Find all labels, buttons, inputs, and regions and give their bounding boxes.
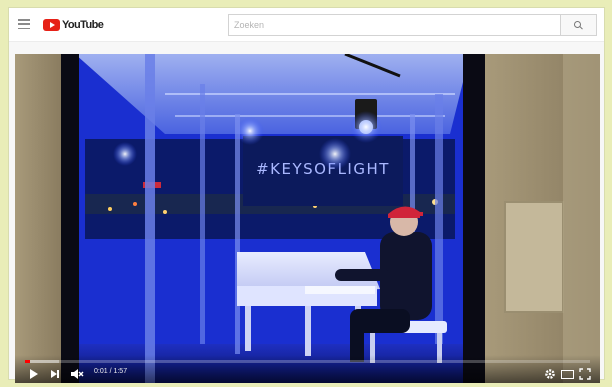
progress-loaded <box>25 360 59 363</box>
wall-box <box>504 201 564 313</box>
time-display: 0:01 / 1:57 <box>94 368 128 375</box>
ceiling-light-glow <box>319 138 351 170</box>
left-wall <box>15 54 61 383</box>
progress-played <box>25 360 31 363</box>
youtube-logo-icon <box>43 19 60 31</box>
play-icon[interactable] <box>29 367 39 381</box>
fullscreen-icon[interactable] <box>579 367 591 381</box>
settings-icon[interactable] <box>544 367 556 381</box>
video-player[interactable]: #KEYSOFLIGHT 0:01 / 1:57 <box>15 54 600 383</box>
video-frame: #KEYSOFLIGHT <box>15 54 600 383</box>
search-icon <box>574 20 583 30</box>
player-controls: 0:01 / 1:57 <box>15 355 600 383</box>
youtube-logo[interactable]: YouTube <box>43 18 104 32</box>
logo-text: YouTube <box>62 19 104 31</box>
search-input[interactable] <box>228 14 560 36</box>
next-icon[interactable] <box>51 367 61 381</box>
progress-bar[interactable] <box>25 360 590 363</box>
right-door-frame <box>463 54 485 383</box>
masthead: YouTube <box>9 8 604 42</box>
menu-icon[interactable] <box>18 19 30 29</box>
left-door-frame <box>61 54 79 383</box>
theater-icon[interactable] <box>560 367 574 381</box>
browser-window: YouTube Zoeken #KEYSOFLIGHT 0:01 / 1:57 <box>8 7 605 383</box>
search-bar <box>228 14 597 36</box>
search-button[interactable] <box>560 14 597 36</box>
mute-icon[interactable] <box>70 367 84 381</box>
